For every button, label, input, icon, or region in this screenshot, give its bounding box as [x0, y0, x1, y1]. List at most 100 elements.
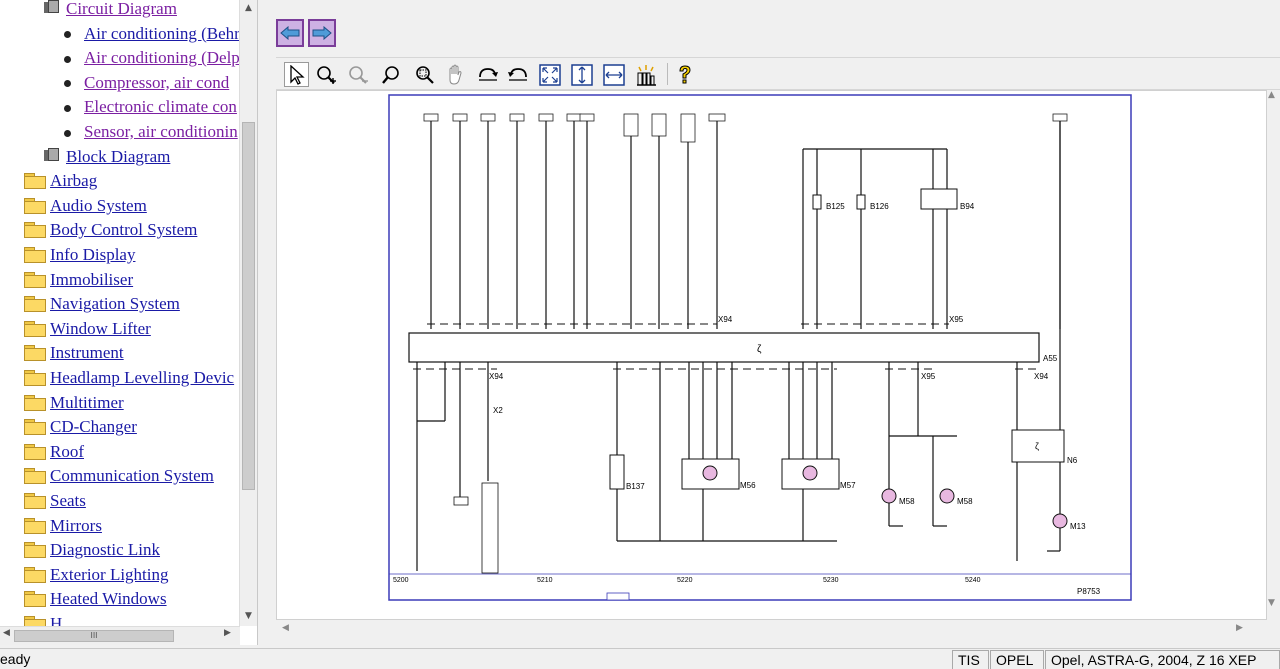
tree-item-label[interactable]: Air conditioning (Behr [84, 24, 240, 43]
x95-bottom-label: X95 [921, 372, 936, 381]
x94-right-label: X94 [1034, 372, 1049, 381]
tree-item[interactable]: Block Diagram [44, 146, 170, 168]
tree-item[interactable]: Window Lifter [24, 318, 151, 340]
tree-item[interactable]: Airbag [24, 170, 97, 192]
tree-item-label[interactable]: Mirrors [50, 516, 102, 535]
tree-item[interactable]: Body Control System [24, 219, 197, 241]
select-tool-button[interactable] [284, 62, 309, 87]
tree-item-label[interactable]: CD-Changer [50, 417, 137, 436]
tree-item-label[interactable]: Multitimer [50, 393, 124, 412]
tree-item-label[interactable]: Roof [50, 442, 84, 461]
canvas-scroll-left-icon[interactable]: ◀ [282, 623, 289, 633]
tree-scroll-thumb[interactable] [242, 122, 255, 490]
tree-item[interactable]: Seats [24, 490, 86, 512]
tree-item-label[interactable]: Air conditioning (Delp [84, 48, 240, 67]
rotate-left-button[interactable] [505, 62, 530, 87]
tree-item[interactable]: Info Display [24, 244, 135, 266]
tree-item-label[interactable]: Diagnostic Link [50, 540, 160, 559]
canvas-scroll-right-icon[interactable]: ▶ [1236, 623, 1243, 633]
book-icon [44, 0, 59, 14]
canvas-scroll-down-icon[interactable]: ▼ [1268, 598, 1275, 608]
help-button[interactable] [672, 62, 697, 87]
help-icon [678, 64, 691, 83]
zoom-out-button[interactable] [345, 62, 370, 87]
canvas-horizontal-scrollbar[interactable]: ◀ ▶ [276, 620, 1267, 640]
scroll-up-arrow-icon[interactable]: ▲ [240, 0, 257, 16]
select-arrow-icon [289, 64, 305, 85]
diagram-canvas[interactable]: B125 B126 B94 X94 X95 ζ A55 X94 X95 X94 … [276, 90, 1267, 620]
tree-item-label[interactable]: Audio System [50, 196, 147, 215]
fit-height-icon [570, 63, 593, 86]
tree-item-label[interactable]: Sensor, air conditionin [84, 122, 238, 141]
tree-item[interactable]: Multitimer [24, 392, 124, 414]
tree-item-label[interactable]: Electronic climate con [84, 97, 237, 116]
tree-item-label[interactable]: Circuit Diagram [66, 0, 177, 18]
tree-item-label[interactable]: Communication System [50, 466, 214, 485]
scale-label-5230: 5230 [823, 577, 839, 584]
zoom-out-icon [348, 65, 368, 84]
fit-width-button[interactable] [601, 62, 626, 87]
tree-item-label[interactable]: Navigation System [50, 294, 180, 313]
page-ref-label: P8753 [1077, 587, 1101, 596]
tree-item[interactable]: Navigation System [24, 293, 180, 315]
tree-item[interactable]: Sensor, air conditionin [64, 121, 238, 143]
n6-label: N6 [1067, 456, 1078, 465]
tree-item[interactable]: Headlamp Levelling Devic [24, 367, 234, 389]
tree-item[interactable]: Exterior Lighting [24, 564, 169, 586]
scroll-left-arrow-icon[interactable]: ◀ [3, 628, 10, 638]
zoom-icon [381, 65, 399, 84]
tree-item-label[interactable]: Instrument [50, 343, 124, 362]
scroll-right-arrow-icon[interactable]: ▶ [224, 628, 231, 638]
fit-page-button[interactable] [537, 62, 562, 87]
zoom-area-button[interactable] [411, 62, 436, 87]
x95-top-label: X95 [949, 315, 964, 324]
zoom-in-button[interactable] [313, 62, 338, 87]
tree-item-label[interactable]: Window Lifter [50, 319, 151, 338]
module-a55[interactable]: ζ A55 [408, 332, 1058, 363]
tree-item-label[interactable]: Headlamp Levelling Devic [50, 368, 234, 387]
fit-height-button[interactable] [569, 62, 594, 87]
scale-start-label: 5200 [393, 577, 409, 584]
tree-item-label[interactable]: Body Control System [50, 220, 197, 239]
tree-item-label[interactable]: Exterior Lighting [50, 565, 169, 584]
tree-item-label[interactable]: Airbag [50, 171, 97, 190]
zoom-button[interactable] [379, 62, 404, 87]
tree-item[interactable]: Circuit Diagram [44, 0, 177, 20]
folder-icon [24, 197, 46, 214]
folder-icon [24, 517, 46, 534]
tree-item-label[interactable]: Seats [50, 491, 86, 510]
canvas-vertical-scrollbar[interactable]: ▲ ▼ [1267, 90, 1280, 620]
tree-item-label[interactable]: Compressor, air cond [84, 73, 229, 92]
tree-horizontal-scrollbar[interactable]: ◀ III ▶ [0, 626, 240, 645]
tree-item[interactable]: Instrument [24, 342, 124, 364]
pan-button[interactable] [443, 62, 468, 87]
tis-application: Circuit Diagram Air conditioning (Behr Air… [0, 0, 1280, 669]
tree-item[interactable]: Electronic climate con [64, 96, 237, 118]
tree-item-label[interactable]: Immobiliser [50, 270, 133, 289]
circuit-diagram[interactable]: B125 B126 B94 X94 X95 ζ A55 X94 X95 X94 … [277, 91, 1267, 620]
scroll-down-arrow-icon[interactable]: ▼ [240, 608, 257, 624]
folder-icon [24, 271, 46, 288]
tree-vertical-scrollbar[interactable]: ▲ ▼ [239, 0, 257, 626]
highlight-button[interactable] [633, 62, 658, 87]
tree-item[interactable]: Communication System [24, 465, 214, 487]
tree-item[interactable]: Roof [24, 441, 84, 463]
tree-item[interactable]: Heated Windows [24, 588, 167, 610]
tree-item[interactable]: Mirrors [24, 515, 102, 537]
tree-item-label[interactable]: Block Diagram [66, 147, 170, 166]
tree-item[interactable]: Air conditioning (Delp [64, 47, 240, 69]
tree-item[interactable]: Audio System [24, 195, 147, 217]
back-button[interactable] [276, 19, 304, 47]
status-bar: eady TIS OPEL Opel, ASTRA-G, 2004, Z 16 … [0, 648, 1280, 669]
tree-item[interactable]: Immobiliser [24, 269, 133, 291]
tree-hscroll-thumb[interactable]: III [14, 630, 174, 642]
tree-item-label[interactable]: Heated Windows [50, 589, 167, 608]
canvas-scroll-up-icon[interactable]: ▲ [1268, 90, 1275, 100]
tree-item[interactable]: CD-Changer [24, 416, 137, 438]
rotate-right-button[interactable] [475, 62, 500, 87]
tree-item[interactable]: Diagnostic Link [24, 539, 160, 561]
forward-button[interactable] [308, 19, 336, 47]
tree-item[interactable]: Compressor, air cond [64, 72, 229, 94]
tree-item-label[interactable]: Info Display [50, 245, 135, 264]
tree-item[interactable]: Air conditioning (Behr [64, 23, 240, 45]
